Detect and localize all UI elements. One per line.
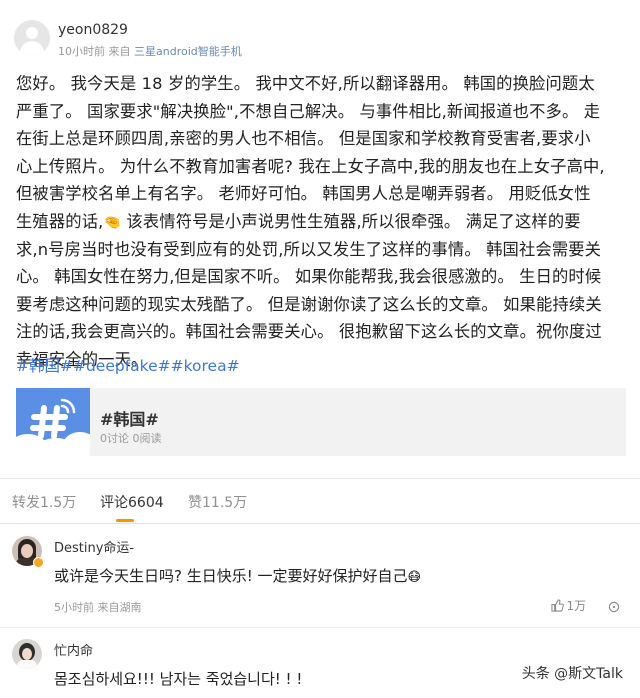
post-source-prefix: 来自: [108, 45, 131, 58]
commenter-avatar[interactable]: [12, 639, 42, 669]
more-options-icon: [608, 601, 620, 613]
post-time: 10小时前: [58, 45, 105, 58]
post-line-part: 生殖器的话,: [16, 211, 104, 231]
watermark: 头条 @斯文Talk: [518, 662, 626, 684]
topic-card[interactable]: #韩国# 0讨论 0阅读: [16, 388, 626, 456]
post-line: 在街上总是环顾四周,亲密的男人也不相信。 但是国家和学校教育受害者,要求小: [16, 129, 591, 149]
comment-item: Destiny命运- 或许是今天生日吗? 生日快乐! 一定要好好保护好自己😷 5…: [0, 525, 640, 625]
post-line: 心上传照片。 为什么不教育加害者呢? 我在上女子高中,我的朋友也在上女子高中,: [16, 156, 605, 176]
post-line: 要考虑这种问题的现实太残酷了。 但是谢谢你读了这么长的文章。 如果能持续关: [16, 294, 602, 314]
hashtag-topic-icon: [16, 388, 90, 456]
tab-likes[interactable]: 赞11.5万: [188, 492, 247, 512]
post-hashtags[interactable]: #韩国##deepfake##korea#: [16, 354, 240, 376]
tab-comments[interactable]: 评论6604: [100, 492, 164, 512]
commenter-name[interactable]: Destiny命运-: [54, 537, 134, 556]
post-device[interactable]: 三星android智能手机: [134, 45, 242, 58]
post-meta: 10小时前 来自 三星android智能手机: [58, 43, 242, 59]
commenter-name[interactable]: 忙内命: [54, 640, 93, 659]
post-line-part: 该表情符号是小声说男性生殖器,所以很牵强。 满足了这样的要: [121, 211, 581, 231]
post-line: 但被害学校名单上有名字。 老师好可怕。 韩国男人总是嘲弄弱者。 用贬低女性: [16, 184, 591, 204]
comment-actions: 1万: [550, 597, 620, 616]
comment-source: 来自湖南: [97, 601, 142, 614]
post-line: 严重了。 国家要求"解决换脸",不想自己解决。 与事件相比,新闻报道也不多。 走: [16, 101, 601, 121]
post-tabs: 转发1.5万 评论6604 赞11.5万: [0, 478, 640, 524]
post-line: 生殖器的话,🤏 该表情符号是小声说男性生殖器,所以很牵强。 满足了这样的要: [16, 208, 628, 236]
user-avatar[interactable]: [14, 20, 50, 56]
comment-text-body: 或许是今天生日吗? 生日快乐! 一定要好好保护好自己: [54, 567, 408, 585]
comment-like-button[interactable]: 1万: [550, 597, 587, 614]
weibo-post: yeon0829 10小时前 来自 三星android智能手机 您好。 我今天是…: [0, 0, 640, 478]
topic-stats: 0讨论 0阅读: [100, 432, 162, 445]
comment-meta: 5小时前 来自湖南: [54, 599, 142, 615]
comment-time: 5小时前: [54, 601, 94, 614]
post-username[interactable]: yeon0829: [58, 22, 128, 38]
comment-more-button[interactable]: [608, 601, 620, 616]
post-line: 注的话,我会更高兴的。韩国社会需要关心。 很抱歉留下这么长的文章。祝你度过: [16, 322, 602, 342]
thumbs-up-icon: [550, 599, 564, 612]
comment-like-count: 1万: [566, 599, 587, 613]
mask-face-emoji-icon: 😷: [407, 570, 422, 585]
post-line: 心。 韩国女性在努力,但是国家不听。 如果你能帮我,我会很感激的。 生日的时候: [16, 267, 602, 287]
tab-repost[interactable]: 转发1.5万: [12, 492, 76, 512]
pinching-hand-emoji-icon: 🤏: [103, 214, 122, 231]
post-content: 您好。 我今天是 18 岁的学生。 我中文不好,所以翻译器用。 韩国的换脸问题太…: [16, 70, 628, 374]
comment-text: 몸조심하세요!!! 남자는 죽었습니다! ! !: [54, 670, 303, 688]
verified-badge-icon: [33, 557, 44, 568]
comment-text: 或许是今天生日吗? 生日快乐! 一定要好好保护好自己😷: [54, 565, 421, 586]
post-line: 求,n号房当时也没有受到应有的处罚,所以又发生了这样的事情。 韩国社会需要关: [16, 239, 602, 259]
active-tab-indicator: [116, 519, 134, 522]
post-line: 您好。 我今天是 18 岁的学生。 我中文不好,所以翻译器用。 韩国的换脸问题太: [16, 74, 595, 93]
topic-title: #韩国#: [100, 410, 159, 429]
